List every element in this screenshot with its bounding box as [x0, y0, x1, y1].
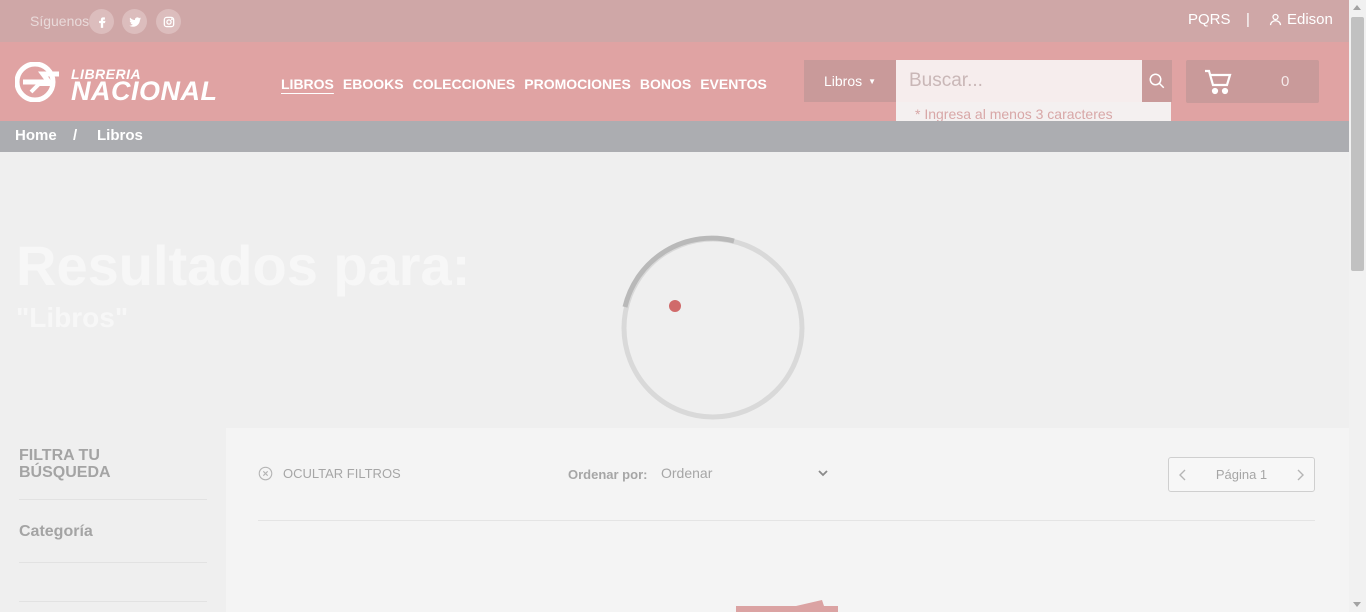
hide-filters-label: OCULTAR FILTROS [283, 466, 401, 481]
scroll-up-arrow[interactable] [1353, 5, 1361, 10]
order-label: Ordenar por: [568, 467, 648, 482]
site-logo[interactable]: LIBRERIA NACIONAL [15, 62, 225, 106]
sidebar-divider [19, 601, 207, 602]
chevron-right-icon[interactable] [1294, 469, 1306, 481]
cart-count: 0 [1281, 73, 1290, 90]
breadcrumb-separator: / [73, 127, 78, 144]
main-nav: LIBROS EBOOKS COLECCIONES PROMOCIONES BO… [281, 76, 767, 92]
nav-promociones[interactable]: PROMOCIONES [524, 76, 631, 92]
hide-filters-button[interactable]: OCULTAR FILTROS [258, 466, 401, 481]
toolbar-divider [258, 520, 1315, 521]
book-illustration [736, 600, 838, 612]
top-bar: Síguenos PQRS | Edison [0, 0, 1349, 42]
user-account-link[interactable]: Edison [1268, 11, 1333, 28]
facebook-icon[interactable] [89, 9, 114, 34]
page-label: Página 1 [1215, 467, 1268, 482]
search-icon [1149, 73, 1165, 89]
scroll-down-arrow[interactable] [1353, 602, 1361, 607]
order-value: Ordenar [661, 465, 713, 481]
nav-colecciones[interactable]: COLECCIONES [413, 76, 516, 92]
nav-bonos[interactable]: BONOS [640, 76, 691, 92]
order-select[interactable]: Ordenar [661, 465, 829, 481]
cart-icon [1205, 69, 1232, 95]
results-title: Resultados para: [16, 234, 471, 297]
nav-libros[interactable]: LIBROS [281, 76, 334, 92]
search-category-dropdown[interactable]: Libros ▼ [804, 60, 896, 102]
search-input[interactable] [896, 60, 1142, 102]
user-icon [1269, 13, 1282, 26]
caret-down-icon: ▼ [868, 76, 877, 86]
loading-spinner [621, 235, 805, 420]
page-scrollbar[interactable] [1349, 0, 1366, 612]
logo-mark-icon [15, 62, 59, 102]
logo-text-bottom: NACIONAL [71, 76, 218, 106]
breadcrumb: Home / Libros [0, 121, 1349, 152]
filter-title: FILTRA TU BÚSQUEDA [19, 447, 111, 481]
search-button[interactable] [1142, 60, 1172, 102]
topbar-separator: | [1246, 11, 1250, 28]
breadcrumb-home[interactable]: Home [15, 127, 57, 144]
chevron-down-icon [818, 470, 828, 477]
scroll-thumb[interactable] [1351, 17, 1364, 271]
pqrs-link[interactable]: PQRS [1188, 11, 1231, 28]
pagination: Página 1 [1168, 457, 1315, 492]
breadcrumb-current[interactable]: Libros [97, 127, 143, 144]
user-name: Edison [1287, 11, 1333, 28]
twitter-icon[interactable] [122, 9, 147, 34]
nav-ebooks[interactable]: EBOOKS [343, 76, 404, 92]
cart-button[interactable] [1186, 60, 1319, 103]
sidebar-divider [19, 499, 207, 500]
follow-label: Síguenos [30, 13, 90, 29]
instagram-icon[interactable] [156, 9, 181, 34]
close-circle-icon [258, 466, 273, 481]
nav-eventos[interactable]: EVENTOS [700, 76, 767, 92]
chevron-left-icon[interactable] [1177, 469, 1189, 481]
sidebar-divider [19, 562, 207, 563]
results-query: "Libros" [16, 302, 129, 333]
filter-category-toggle[interactable]: Categoría [19, 523, 93, 541]
search-category-label: Libros [823, 73, 863, 89]
